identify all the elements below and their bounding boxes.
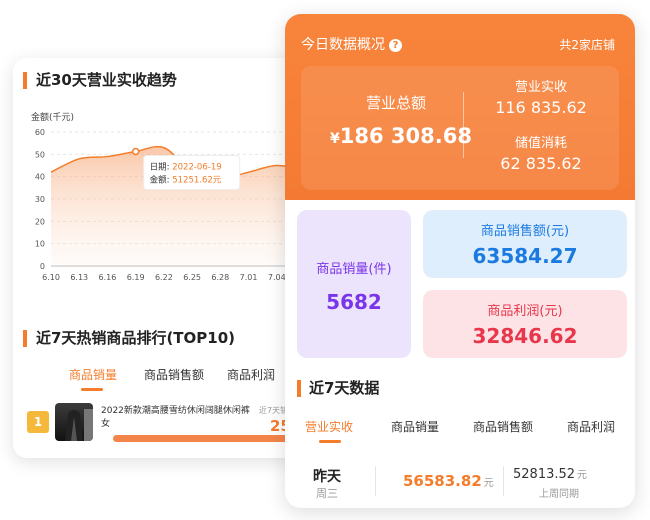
trend-card: 近30天营业实收趋势 金额(千元) 0 10 20 30 40 50 60 6.10 6.13 6… xyxy=(13,58,313,458)
profit-value: 32846.62 xyxy=(472,324,578,348)
product-progress-fill xyxy=(113,435,305,442)
week-tab-received[interactable]: 营业实收 xyxy=(305,418,353,435)
tooltip-amount: 金额: 51251.62元 xyxy=(150,175,222,186)
y-tick-label: 10 xyxy=(35,240,45,249)
sales-value: 63584.27 xyxy=(472,244,578,268)
yesterday-amount: 56583.82 xyxy=(403,472,482,490)
y-tick-label: 20 xyxy=(35,217,45,226)
week-tab-quantity[interactable]: 商品销量 xyxy=(391,418,439,435)
weekday-label: 周三 xyxy=(316,487,338,500)
trend-title: 近30天营业实收趋势 xyxy=(23,72,177,89)
x-tick-label: 7.01 xyxy=(240,273,258,282)
ranking-title: 近7天热销商品排行(TOP10) xyxy=(23,330,235,347)
x-tick-label: 6.16 xyxy=(99,273,117,282)
overview-panel: 今日数据概况? 共2家店铺 营业总额 ¥186 308.68 营业实收 116 … xyxy=(285,14,635,200)
active-tab-indicator xyxy=(81,388,103,391)
last-week-value: 52813.52 元 xyxy=(513,466,587,482)
week-tabs: 营业实收 商品销量 商品销售额 商品利润 xyxy=(285,418,635,448)
y-tick-label: 0 xyxy=(40,262,45,271)
y-tick-label: 40 xyxy=(35,173,45,182)
sales-label: 商品销售额(元) xyxy=(480,224,570,239)
list-item[interactable]: 1 2022新款潮高腰雪纺休闲阔腿休闲裤女 近7天销售额 2538 xyxy=(27,403,313,447)
week-tab-profit[interactable]: 商品利润 xyxy=(567,418,615,435)
yesterday-unit: 元 xyxy=(483,478,494,489)
help-icon[interactable]: ? xyxy=(389,38,402,52)
week-tab-sales[interactable]: 商品销售额 xyxy=(473,418,533,435)
y-tick-label: 50 xyxy=(35,150,45,159)
yesterday-label: 昨天 xyxy=(313,469,341,485)
y-tick-label: 30 xyxy=(35,195,45,204)
week-title: 近7天数据 xyxy=(297,380,379,397)
stored-label: 储值消耗 xyxy=(514,136,567,151)
quantity-tile[interactable]: 商品销量(件) 5682 xyxy=(297,210,411,358)
divider xyxy=(375,466,376,496)
sales-tile[interactable]: 商品销售额(元) 63584.27 xyxy=(423,210,627,278)
quantity-label: 商品销量(件) xyxy=(316,262,392,277)
tooltip-date: 日期: 2022-06-19 xyxy=(150,163,222,173)
week-active-tab-indicator xyxy=(319,440,341,443)
product-name: 2022新款潮高腰雪纺休闲阔腿休闲裤女 xyxy=(101,406,250,429)
x-tick-label: 6.22 xyxy=(155,273,173,282)
profit-label: 商品利润(元) xyxy=(487,304,563,319)
total-value: ¥186 308.68 xyxy=(321,124,481,148)
quantity-value: 5682 xyxy=(326,290,382,314)
x-tick-label: 6.25 xyxy=(183,273,201,282)
x-tick-label: 6.19 xyxy=(127,273,145,282)
last-week-unit: 元 xyxy=(577,470,588,481)
trend-chart[interactable]: 0 10 20 30 40 50 60 6.10 6.13 6.16 6.19 6.22 6.25 6.2… xyxy=(13,120,313,300)
product-progress-bar xyxy=(113,435,313,442)
shop-count[interactable]: 共2家店铺 xyxy=(559,36,615,53)
currency-symbol: ¥ xyxy=(330,131,340,147)
overview-title: 今日数据概况? xyxy=(301,34,402,54)
stored-value: 62 835.62 xyxy=(500,154,582,173)
tab-quantity[interactable]: 商品销量 xyxy=(69,366,117,383)
last-week-amount: 52813.52 xyxy=(513,467,576,482)
x-tick-label: 6.10 xyxy=(42,273,60,282)
tab-profit[interactable]: 商品利润 xyxy=(227,366,275,383)
product-image xyxy=(55,403,93,441)
x-tick-label: 6.28 xyxy=(211,273,229,282)
x-tick-label: 6.13 xyxy=(70,273,88,282)
divider xyxy=(503,466,504,496)
total-label: 营业总额 xyxy=(365,94,426,112)
total-amount: 186 308.68 xyxy=(339,124,472,148)
ranking-tabs: 商品销量 商品销售额 商品利润 xyxy=(13,358,313,391)
today-card: 今日数据概况? 共2家店铺 营业总额 ¥186 308.68 营业实收 116 … xyxy=(285,14,635,508)
received-value: 116 835.62 xyxy=(495,98,587,117)
x-tick-label: 7.04 xyxy=(268,273,286,282)
tab-sales[interactable]: 商品销售额 xyxy=(144,366,204,383)
rank-badge: 1 xyxy=(27,411,49,433)
data-point[interactable] xyxy=(131,147,140,156)
overview-summary: 营业总额 ¥186 308.68 营业实收 116 835.62 储值消耗 62… xyxy=(301,66,619,190)
profit-tile[interactable]: 商品利润(元) 32846.62 xyxy=(423,290,627,358)
yesterday-value: 56583.82 元 xyxy=(403,472,494,490)
divider xyxy=(463,92,464,158)
overview-title-text: 今日数据概况 xyxy=(301,37,385,53)
last-week-label: 上周同期 xyxy=(539,489,579,500)
y-tick-label: 60 xyxy=(35,128,45,137)
received-label: 营业实收 xyxy=(514,80,567,95)
